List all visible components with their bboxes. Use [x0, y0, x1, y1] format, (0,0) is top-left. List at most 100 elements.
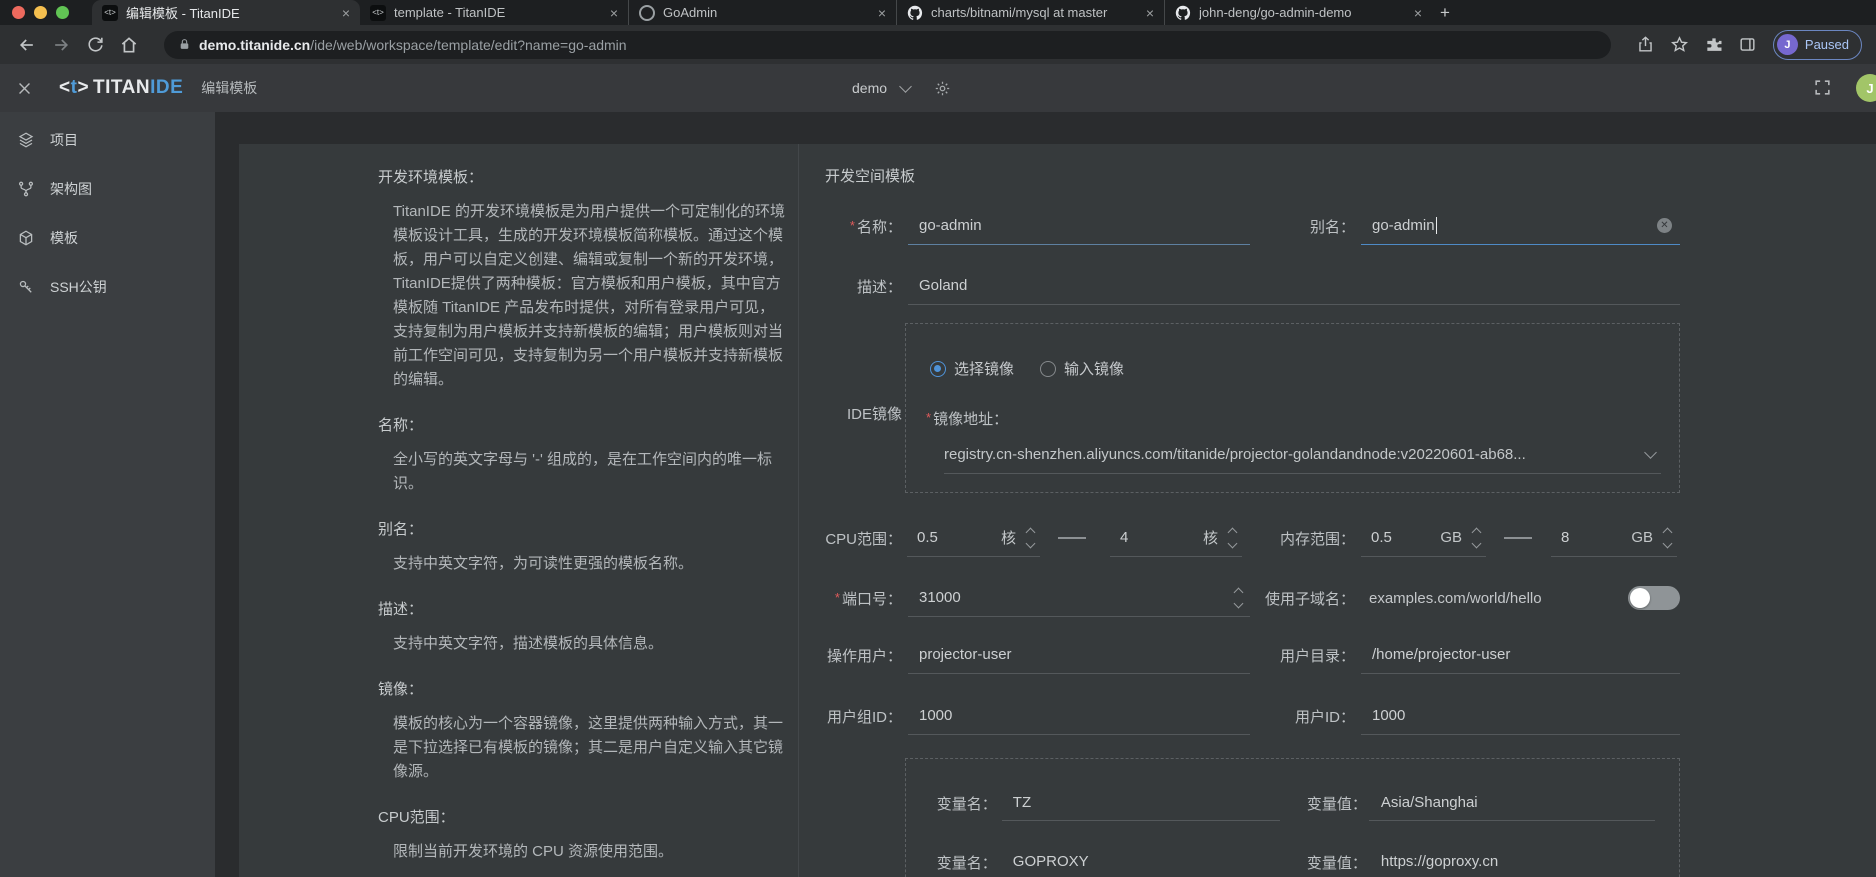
- share-icon[interactable]: [1633, 32, 1659, 58]
- browser-tabs: <t> 编辑模板 - TitanIDE × <t> template - Tit…: [92, 0, 1458, 25]
- new-tab-button[interactable]: +: [1432, 0, 1458, 25]
- back-icon[interactable]: [14, 32, 40, 58]
- chevron-down-icon[interactable]: [899, 80, 912, 93]
- minimize-window-icon[interactable]: [34, 6, 47, 19]
- ide-image-label: IDE镜像: [825, 403, 902, 424]
- url-domain: demo.titanide.cn: [199, 37, 310, 53]
- radio-label: 选择镜像: [954, 358, 1014, 379]
- chevron-down-icon[interactable]: [1644, 446, 1657, 459]
- description-input[interactable]: Goland: [908, 267, 1680, 305]
- cpu-max-field[interactable]: 4 核: [1110, 519, 1242, 557]
- sidebar-item-templates[interactable]: 模板: [0, 213, 215, 262]
- radio-unselected-icon[interactable]: [1040, 361, 1056, 377]
- tab-close-icon[interactable]: ×: [1146, 6, 1154, 20]
- key-icon: [17, 278, 35, 296]
- image-source-radio-group: 选择镜像 输入镜像: [930, 358, 1124, 379]
- help-section-body: 模板的核心为一个容器镜像，这里提供两种输入方式，其一是下拉选择已有模板的镜像；其…: [393, 712, 785, 784]
- memory-min-field[interactable]: 0.5 GB: [1361, 519, 1486, 557]
- sidebar-item-architecture[interactable]: 架构图: [0, 164, 215, 213]
- user-dir-input[interactable]: /home/projector-user: [1361, 636, 1680, 674]
- tab-template[interactable]: <t> template - TitanIDE ×: [360, 0, 628, 25]
- content-area: 开发环境模板： TitanIDE 的开发环境模板是为用户提供一个可定制化的环境模…: [215, 112, 1876, 877]
- github-favicon-icon: [907, 5, 923, 21]
- help-section-title: 镜像：: [378, 678, 788, 702]
- cpu-min-field[interactable]: 0.5 核: [907, 519, 1040, 557]
- required-marker: *: [926, 410, 931, 425]
- globe-favicon-icon: [639, 5, 655, 21]
- layers-icon: [17, 131, 35, 149]
- help-section-body: 支持中英文字符，描述模板的具体信息。: [393, 632, 785, 656]
- group-id-input[interactable]: 1000: [908, 697, 1250, 735]
- user-avatar[interactable]: J: [1856, 74, 1876, 102]
- group-id-label: 用户组ID：: [825, 706, 902, 727]
- bookmark-star-icon[interactable]: [1667, 32, 1693, 58]
- radio-label: 输入镜像: [1064, 358, 1124, 379]
- user-dir-value: /home/projector-user: [1372, 646, 1510, 663]
- sidebar-item-label: 项目: [50, 130, 78, 150]
- op-user-input[interactable]: projector-user: [908, 636, 1250, 674]
- var-name-input[interactable]: GOPROXY: [1002, 844, 1280, 877]
- var-value-label: 变量值：: [1307, 793, 1363, 814]
- tab-go-admin-demo[interactable]: john-deng/go-admin-demo ×: [1164, 0, 1432, 25]
- lock-icon[interactable]: [178, 38, 191, 51]
- alias-input[interactable]: go-admin✕: [1361, 207, 1680, 245]
- url-text[interactable]: demo.titanide.cn/ide/web/workspace/templ…: [199, 37, 627, 53]
- address-bar[interactable]: demo.titanide.cn/ide/web/workspace/templ…: [164, 31, 1611, 59]
- user-id-input[interactable]: 1000: [1361, 697, 1680, 735]
- sidebar-item-projects[interactable]: 项目: [0, 115, 215, 164]
- clear-icon[interactable]: ✕: [1657, 218, 1672, 233]
- sidebar-item-label: 架构图: [50, 179, 92, 199]
- alias-label: 别名：: [1255, 216, 1355, 237]
- var-value-input[interactable]: Asia/Shanghai: [1369, 785, 1655, 821]
- stepper-icon[interactable]: [1226, 529, 1238, 547]
- form-row-port-subdomain: *端口号： 31000 使用子域名： examples.com/world/he…: [825, 579, 1680, 617]
- image-address-value: registry.cn-shenzhen.aliyuncs.com/titani…: [944, 446, 1636, 463]
- radio-selected-icon[interactable]: [930, 361, 946, 377]
- var-name-value: GOPROXY: [1013, 853, 1089, 870]
- close-window-icon[interactable]: [12, 6, 25, 19]
- stepper-icon[interactable]: [1470, 529, 1482, 547]
- forward-icon[interactable]: [48, 32, 74, 58]
- zoom-window-icon[interactable]: [56, 6, 69, 19]
- description-label: 描述：: [825, 276, 902, 297]
- stepper-icon[interactable]: [1661, 529, 1673, 547]
- cpu-range-label: CPU范围：: [825, 528, 902, 549]
- stepper-icon[interactable]: [1024, 529, 1036, 547]
- stepper-icon[interactable]: [1232, 589, 1244, 607]
- subdomain-toggle[interactable]: [1628, 586, 1680, 610]
- profile-paused-button[interactable]: J Paused: [1773, 30, 1862, 60]
- fullscreen-icon[interactable]: [1813, 78, 1832, 97]
- tab-edit-template[interactable]: <t> 编辑模板 - TitanIDE ×: [92, 0, 360, 25]
- close-editor-icon[interactable]: [16, 80, 33, 97]
- var-value-input[interactable]: https://goproxy.cn: [1369, 844, 1655, 877]
- tab-title: charts/bitnami/mysql at master: [931, 5, 1138, 20]
- memory-unit: GB: [1631, 529, 1653, 546]
- settings-gear-icon[interactable]: [934, 80, 951, 97]
- tab-charts-bitnami-mysql[interactable]: charts/bitnami/mysql at master ×: [896, 0, 1164, 25]
- macos-traffic-lights[interactable]: [12, 6, 69, 19]
- github-favicon-icon: [1175, 5, 1191, 21]
- tab-close-icon[interactable]: ×: [342, 6, 350, 20]
- name-input[interactable]: go-admin: [908, 207, 1250, 245]
- reload-icon[interactable]: [82, 32, 108, 58]
- tab-close-icon[interactable]: ×: [1414, 6, 1422, 20]
- tab-close-icon[interactable]: ×: [878, 6, 886, 20]
- browser-tab-strip: <t> 编辑模板 - TitanIDE × <t> template - Tit…: [0, 0, 1876, 25]
- help-section-title: 别名：: [378, 518, 788, 542]
- radio-input-image[interactable]: 输入镜像: [1040, 358, 1124, 379]
- extensions-puzzle-icon[interactable]: [1701, 32, 1727, 58]
- radio-select-image[interactable]: 选择镜像: [930, 358, 1014, 379]
- workspace-selector[interactable]: demo: [852, 80, 887, 96]
- image-address-select[interactable]: registry.cn-shenzhen.aliyuncs.com/titani…: [944, 436, 1661, 474]
- sidebar-item-ssh-keys[interactable]: SSH公钥: [0, 262, 215, 311]
- side-panel-icon[interactable]: [1735, 32, 1761, 58]
- help-section-title: 名称：: [378, 414, 788, 438]
- tab-goadmin[interactable]: GoAdmin ×: [628, 0, 896, 25]
- var-name-input[interactable]: TZ: [1002, 785, 1280, 821]
- form-row-description: 描述： Goland: [825, 267, 1680, 305]
- help-section-body: 限制当前开发环境的 CPU 资源使用范围。: [393, 840, 785, 864]
- memory-max-field[interactable]: 8 GB: [1551, 519, 1677, 557]
- tab-close-icon[interactable]: ×: [610, 6, 618, 20]
- home-icon[interactable]: [116, 32, 142, 58]
- port-input[interactable]: 31000: [908, 579, 1250, 617]
